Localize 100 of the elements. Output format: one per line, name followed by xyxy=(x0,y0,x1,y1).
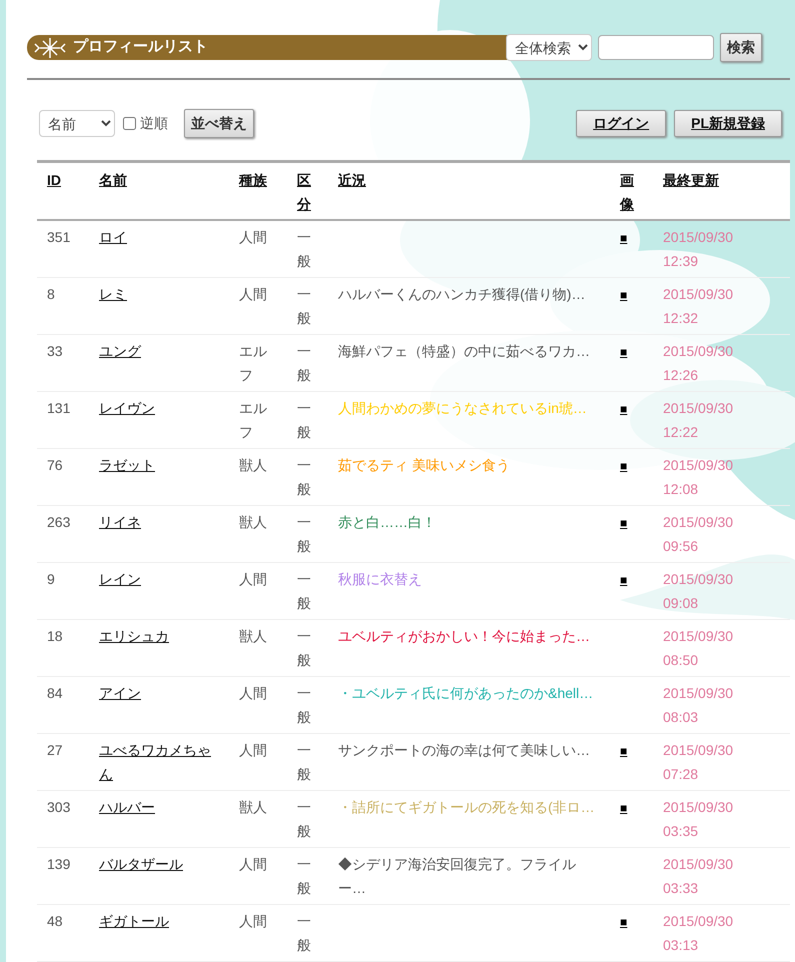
status-text: 人間わかめの夢にうなされているin琥… xyxy=(338,400,587,416)
table-cell: 人間 xyxy=(239,913,267,929)
table-cell: 人間 xyxy=(239,229,267,245)
sort-button[interactable]: 並べ替え xyxy=(184,109,254,138)
updated-date: 2015/09/30 12:39 xyxy=(663,228,734,271)
table-cell: 獣人 xyxy=(239,457,267,473)
table-cell: 獣人 xyxy=(239,628,267,644)
table-cell: 48 xyxy=(47,913,63,929)
table-cell: 一般 xyxy=(297,286,311,326)
updated-date: 2015/09/30 03:13 xyxy=(663,912,734,955)
profile-link[interactable]: ロイ xyxy=(99,225,127,249)
table-cell: 一般 xyxy=(297,514,311,554)
table-cell: エルフ xyxy=(239,400,267,440)
column-header[interactable]: 最終更新 xyxy=(653,162,790,220)
table-cell: 人間 xyxy=(239,571,267,587)
profile-link[interactable]: レイヴン xyxy=(99,396,155,420)
updated-date: 2015/09/30 07:28 xyxy=(663,741,734,784)
table-cell: 人間 xyxy=(239,742,267,758)
table-cell: 一般 xyxy=(297,229,311,269)
table-cell: 9 xyxy=(47,571,55,587)
sort-field-select[interactable]: 名前 xyxy=(39,110,115,137)
table-cell: 131 xyxy=(47,400,70,416)
profile-link[interactable]: バルタザール xyxy=(99,852,183,876)
snowflake-icon xyxy=(33,36,67,58)
image-link[interactable]: ■ xyxy=(620,801,628,815)
account-button[interactable]: ログイン xyxy=(576,110,666,137)
updated-date: 2015/09/30 08:50 xyxy=(663,627,734,670)
table-cell: 33 xyxy=(47,343,63,359)
status-text: ユベルティがおかしい！今に始まった… xyxy=(338,628,590,644)
profile-link[interactable]: ギガトール xyxy=(99,909,169,933)
image-link[interactable]: ■ xyxy=(620,573,628,587)
reverse-checkbox[interactable] xyxy=(123,117,136,130)
status-text: 海鮮パフェ（特盛）の中に茹べるワカ… xyxy=(338,343,590,359)
status-text: ◆シデリア海治安回復完了。フライルー… xyxy=(338,856,576,896)
image-link[interactable]: ■ xyxy=(620,459,628,473)
updated-date: 2015/09/30 12:22 xyxy=(663,399,734,442)
column-header[interactable]: 近況 xyxy=(328,162,610,220)
account-button[interactable]: PL新規登録 xyxy=(674,110,782,137)
table-cell: 人間 xyxy=(239,856,267,872)
table-cell: 一般 xyxy=(297,913,311,953)
image-link[interactable]: ■ xyxy=(620,915,628,929)
updated-date: 2015/09/30 12:08 xyxy=(663,456,734,499)
status-text: サンクポートの海の幸は何て美味しい… xyxy=(338,742,590,758)
page-title: プロフィールリスト xyxy=(73,37,208,58)
table-cell: 263 xyxy=(47,514,70,530)
table-cell: 一般 xyxy=(297,400,311,440)
table-cell: 351 xyxy=(47,229,70,245)
updated-date: 2015/09/30 03:33 xyxy=(663,855,734,898)
profile-link[interactable]: ラゼット xyxy=(99,453,155,477)
updated-date: 2015/09/30 12:26 xyxy=(663,342,734,385)
profile-link[interactable]: ユべるワカメちゃん xyxy=(99,738,219,786)
updated-date: 2015/09/30 08:03 xyxy=(663,684,734,727)
status-text: ・詰所にてギガトールの死を知る(非ロ… xyxy=(338,799,595,815)
image-link[interactable]: ■ xyxy=(620,288,628,302)
table-cell: 27 xyxy=(47,742,63,758)
table-cell: 一般 xyxy=(297,685,311,725)
table-cell: 一般 xyxy=(297,571,311,611)
table-cell: 8 xyxy=(47,286,55,302)
table-cell: 18 xyxy=(47,628,63,644)
status-text: ・ユベルティ氏に何があったのか&hell… xyxy=(338,685,594,701)
table-cell: 303 xyxy=(47,799,70,815)
image-link[interactable]: ■ xyxy=(620,231,628,245)
updated-date: 2015/09/30 03:35 xyxy=(663,798,734,841)
image-link[interactable]: ■ xyxy=(620,402,628,416)
table-cell: 獣人 xyxy=(239,514,267,530)
reverse-label: 逆順 xyxy=(140,114,168,133)
profile-link[interactable]: レイン xyxy=(99,567,141,591)
column-header[interactable]: 名前 xyxy=(89,162,229,220)
profile-link[interactable]: リイネ xyxy=(99,510,141,534)
image-link[interactable]: ■ xyxy=(620,516,628,530)
status-text: ハルバーくんのハンカチ獲得(借り物)… xyxy=(338,286,586,302)
column-header[interactable]: 画像 xyxy=(610,162,653,220)
search-button[interactable]: 検索 xyxy=(720,33,762,62)
search-field[interactable] xyxy=(598,35,714,60)
table-cell: 一般 xyxy=(297,742,311,782)
table-cell: 一般 xyxy=(297,628,311,668)
table-cell: 76 xyxy=(47,457,63,473)
profile-link[interactable]: エリシュカ xyxy=(99,624,169,648)
profile-link[interactable]: レミ xyxy=(99,282,127,306)
table-cell: 139 xyxy=(47,856,70,872)
column-header[interactable]: 種族 xyxy=(229,162,287,220)
table-cell: 一般 xyxy=(297,856,311,896)
table-cell: エルフ xyxy=(239,343,267,383)
table-cell: 獣人 xyxy=(239,799,267,815)
updated-date: 2015/09/30 09:56 xyxy=(663,513,734,556)
profile-link[interactable]: ユング xyxy=(99,339,141,363)
image-link[interactable]: ■ xyxy=(620,744,628,758)
table-cell: 一般 xyxy=(297,457,311,497)
column-header[interactable]: ID xyxy=(37,162,89,220)
search-scope-select[interactable]: 全体検索 xyxy=(506,34,592,61)
image-link[interactable]: ■ xyxy=(620,345,628,359)
column-header[interactable]: 区分 xyxy=(287,162,328,220)
updated-date: 2015/09/30 09:08 xyxy=(663,570,734,613)
profile-link[interactable]: アイン xyxy=(99,681,141,705)
status-text: 茹でるティ 美味いメシ食う xyxy=(338,457,510,473)
status-text: 赤と白……白！ xyxy=(338,514,436,530)
table-cell: 一般 xyxy=(297,799,311,839)
profile-link[interactable]: ハルバー xyxy=(99,795,155,819)
table-cell: 人間 xyxy=(239,286,267,302)
table-cell: 一般 xyxy=(297,343,311,383)
